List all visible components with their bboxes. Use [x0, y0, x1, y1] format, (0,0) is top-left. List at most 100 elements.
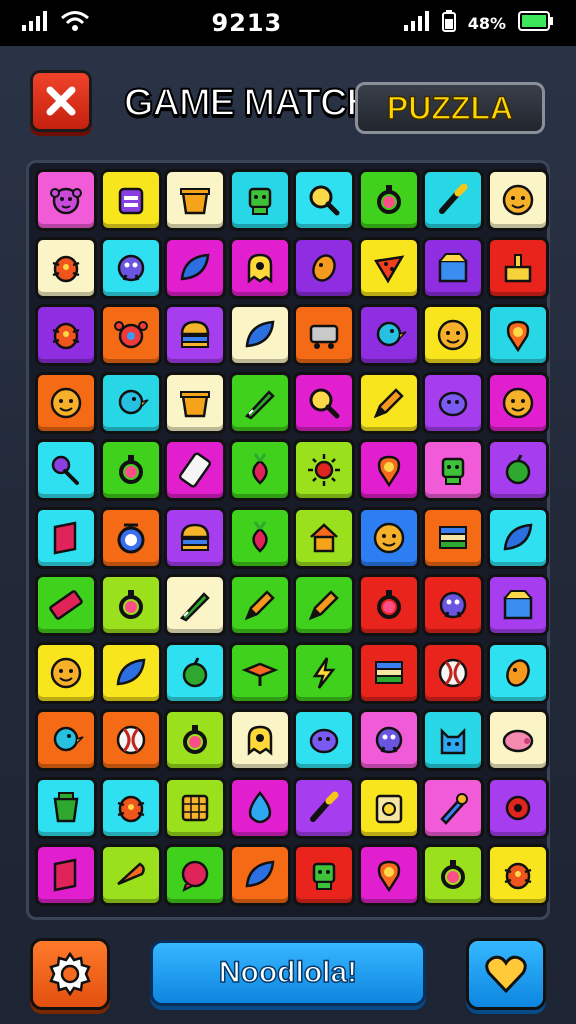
- tile-r10-c8[interactable]: [486, 776, 549, 839]
- tile-r7-c5[interactable]: [293, 574, 355, 636]
- tile-r4-c3[interactable]: [164, 371, 226, 434]
- tile-r8-c1[interactable]: [35, 641, 97, 704]
- tile-r2-c3[interactable]: [164, 236, 226, 299]
- tile-r1-c7[interactable]: [422, 169, 484, 231]
- tile-r7-c4[interactable]: [228, 574, 291, 636]
- tile-r10-c3[interactable]: [164, 776, 226, 839]
- tile-r8-c5[interactable]: [293, 641, 355, 704]
- burger-icon: [180, 320, 210, 349]
- tile-r8-c6[interactable]: [357, 641, 420, 704]
- tile-r5-c6[interactable]: [357, 439, 420, 501]
- tile-r2-c2[interactable]: [99, 236, 162, 299]
- tile-r4-c7[interactable]: [422, 371, 484, 434]
- tile-r7-c1[interactable]: [35, 574, 97, 636]
- tile-r3-c3[interactable]: [164, 304, 226, 366]
- tile-r2-c7[interactable]: [422, 236, 484, 299]
- tile-r9-c1[interactable]: [35, 709, 97, 771]
- tile-r6-c4[interactable]: [228, 506, 291, 569]
- tile-r11-c5[interactable]: [293, 844, 355, 906]
- game-board: [26, 160, 550, 920]
- tile-r9-c3[interactable]: [164, 709, 226, 771]
- blob-icon: [309, 728, 339, 754]
- tile-r8-c8[interactable]: [486, 641, 549, 704]
- battery-icon: [518, 11, 554, 35]
- tile-r10-c7[interactable]: [422, 776, 484, 839]
- tile-r8-c3[interactable]: [164, 641, 226, 704]
- tile-r9-c7[interactable]: [422, 709, 484, 771]
- tile-r3-c4[interactable]: [228, 304, 291, 366]
- tile-r4-c6[interactable]: [357, 371, 420, 434]
- tile-r8-c4[interactable]: [228, 641, 291, 704]
- tile-r11-c6[interactable]: [357, 844, 420, 906]
- close-button[interactable]: [30, 70, 92, 132]
- tile-r3-c5[interactable]: [293, 304, 355, 366]
- tile-r6-c7[interactable]: [422, 506, 484, 569]
- tile-r2-c4[interactable]: [228, 236, 291, 299]
- tile-r2-c5[interactable]: [293, 236, 355, 299]
- tile-r11-c7[interactable]: [422, 844, 484, 906]
- play-button[interactable]: Noodlola!: [150, 940, 426, 1006]
- tile-r2-c1[interactable]: [35, 236, 97, 299]
- tile-r10-c5[interactable]: [293, 776, 355, 839]
- tile-r1-c4[interactable]: [228, 169, 291, 231]
- tile-r1-c6[interactable]: [357, 169, 420, 231]
- tile-r11-c3[interactable]: [164, 844, 226, 906]
- tile-r5-c3[interactable]: [164, 439, 226, 501]
- tile-r7-c7[interactable]: [422, 574, 484, 636]
- tile-r8-c7[interactable]: [422, 641, 484, 704]
- face-icon: [50, 387, 82, 418]
- tile-r1-c8[interactable]: [486, 169, 549, 231]
- tile-r5-c1[interactable]: [35, 439, 97, 501]
- tile-r4-c2[interactable]: [99, 371, 162, 434]
- tile-r4-c1[interactable]: [35, 371, 97, 434]
- tile-r7-c8[interactable]: [486, 574, 549, 636]
- tile-r5-c5[interactable]: [293, 439, 355, 501]
- heart-button[interactable]: [466, 938, 546, 1010]
- tile-r11-c1[interactable]: [35, 844, 97, 906]
- tile-r6-c3[interactable]: [164, 506, 226, 569]
- settings-button[interactable]: [30, 938, 110, 1010]
- tile-r3-c2[interactable]: [99, 304, 162, 366]
- tile-r7-c6[interactable]: [357, 574, 420, 636]
- tile-r1-c5[interactable]: [293, 169, 355, 231]
- tile-r9-c8[interactable]: [486, 709, 549, 771]
- tile-r6-c2[interactable]: [99, 506, 162, 569]
- tile-r9-c6[interactable]: [357, 709, 420, 771]
- tile-r5-c7[interactable]: [422, 439, 484, 501]
- monster-icon: [375, 726, 402, 754]
- tile-r4-c5[interactable]: [293, 371, 355, 434]
- tile-r7-c3[interactable]: [164, 574, 226, 636]
- tile-r10-c1[interactable]: [35, 776, 97, 839]
- tile-r10-c6[interactable]: [357, 776, 420, 839]
- tile-r5-c8[interactable]: [486, 439, 549, 501]
- tile-r1-c2[interactable]: [99, 169, 162, 231]
- tile-r8-c2[interactable]: [99, 641, 162, 704]
- tile-r4-c8[interactable]: [486, 371, 549, 434]
- tile-r6-c5[interactable]: [293, 506, 355, 569]
- tile-r11-c8[interactable]: [486, 844, 549, 906]
- tile-r11-c2[interactable]: [99, 844, 162, 906]
- tile-r6-c8[interactable]: [486, 506, 549, 569]
- tile-r3-c6[interactable]: [357, 304, 420, 366]
- tile-r6-c6[interactable]: [357, 506, 420, 569]
- tile-r9-c5[interactable]: [293, 709, 355, 771]
- tile-r3-c7[interactable]: [422, 304, 484, 366]
- tile-r2-c6[interactable]: [357, 236, 420, 299]
- leaf-icon: [503, 523, 532, 550]
- close-icon: [46, 86, 76, 116]
- tile-r1-c3[interactable]: [164, 169, 226, 231]
- tile-r4-c4[interactable]: [228, 371, 291, 434]
- tile-r5-c4[interactable]: [228, 439, 291, 501]
- tile-r10-c4[interactable]: [228, 776, 291, 839]
- tile-r2-c8[interactable]: [486, 236, 549, 299]
- tile-r11-c4[interactable]: [228, 844, 291, 906]
- tile-r7-c2[interactable]: [99, 574, 162, 636]
- tile-r10-c2[interactable]: [99, 776, 162, 839]
- tile-r9-c4[interactable]: [228, 709, 291, 771]
- tile-r6-c1[interactable]: [35, 506, 97, 569]
- tile-r1-c1[interactable]: [35, 169, 97, 231]
- tile-r9-c2[interactable]: [99, 709, 162, 771]
- tile-r3-c8[interactable]: [486, 304, 549, 366]
- tile-r5-c2[interactable]: [99, 439, 162, 501]
- tile-r3-c1[interactable]: [35, 304, 97, 366]
